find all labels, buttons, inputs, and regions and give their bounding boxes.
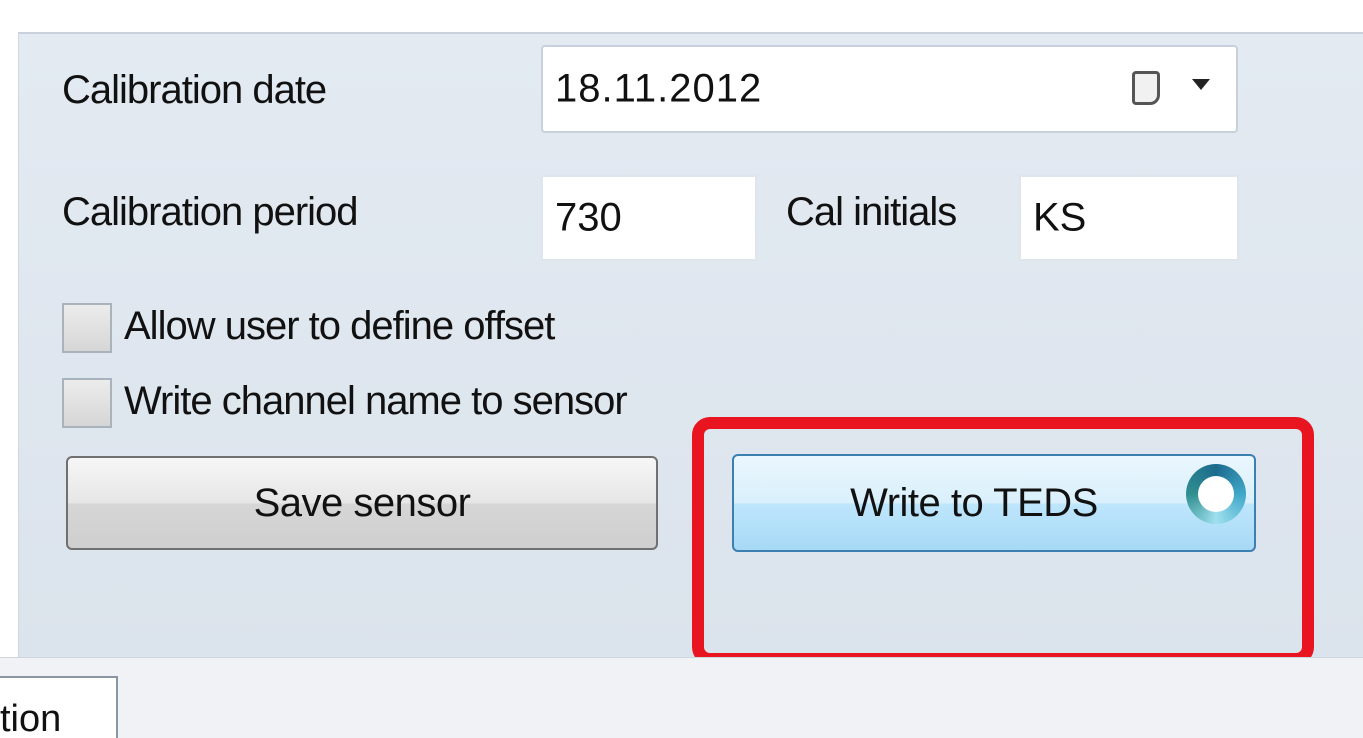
- calibration-date-label: Calibration date: [62, 68, 327, 112]
- calendar-icon[interactable]: [1132, 71, 1160, 105]
- cal-initials-value: KS: [1033, 195, 1087, 240]
- calibration-period-input[interactable]: 730: [541, 175, 757, 261]
- allow-offset-label: Allow user to define offset: [124, 304, 555, 348]
- save-sensor-button[interactable]: Save sensor: [66, 456, 658, 550]
- cal-initials-input[interactable]: KS: [1019, 175, 1239, 261]
- busy-spinner-icon: [1186, 464, 1246, 524]
- write-to-teds-label: Write to TEDS: [850, 480, 1098, 525]
- cal-initials-label: Cal initials: [786, 190, 957, 234]
- calibration-period-label: Calibration period: [62, 190, 359, 234]
- tab-partial[interactable]: tion: [0, 676, 118, 738]
- write-channel-name-checkbox[interactable]: [62, 378, 112, 428]
- sensor-calibration-window: Calibration date 18.11.2012 Calibration …: [0, 0, 1363, 738]
- save-sensor-label: Save sensor: [253, 480, 471, 525]
- calibration-date-value: 18.11.2012: [555, 66, 763, 111]
- tab-partial-label: tion: [0, 698, 62, 738]
- tab-strip: [0, 657, 1363, 738]
- write-channel-name-label: Write channel name to sensor: [124, 379, 628, 423]
- chevron-down-icon[interactable]: [1192, 79, 1210, 90]
- calibration-date-picker[interactable]: 18.11.2012: [541, 45, 1238, 133]
- calibration-period-value: 730: [555, 195, 622, 240]
- allow-offset-checkbox[interactable]: [62, 303, 112, 353]
- write-to-teds-button[interactable]: Write to TEDS: [732, 454, 1256, 552]
